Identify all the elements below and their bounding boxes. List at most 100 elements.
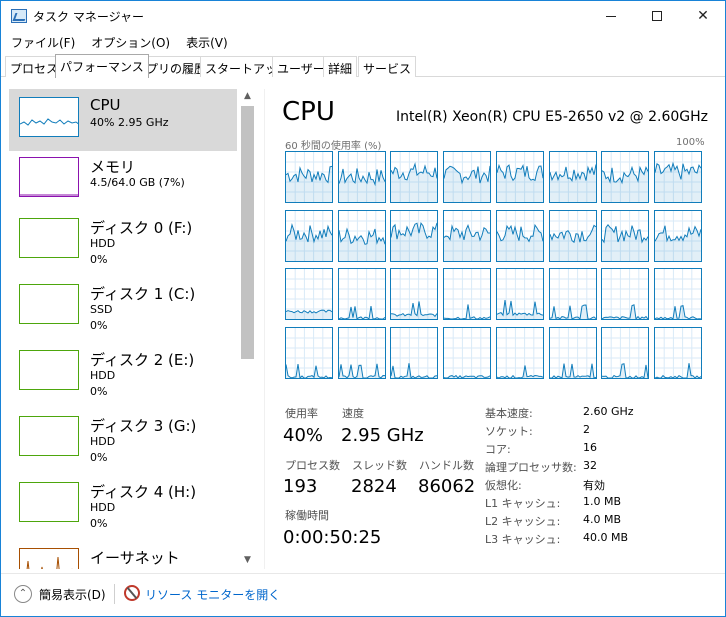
- speed-label: 速度: [342, 407, 364, 420]
- logical-processor-graph: [549, 268, 597, 320]
- maximize-icon: [652, 11, 662, 21]
- logical-processor-graph: [654, 327, 702, 379]
- title-bar: タスク マネージャー ✕: [1, 1, 725, 31]
- utilization-value: 40%: [283, 425, 324, 446]
- base-speed-value: 2.60 GHz: [583, 405, 634, 418]
- core-usage-line: [655, 363, 701, 378]
- logical-processor-graph: [601, 327, 649, 379]
- sidebar-item-disk-1[interactable]: ディスク 1 (C:) SSD 0%: [9, 276, 237, 338]
- l3-cache-value: 40.0 MB: [583, 531, 629, 544]
- fewer-details-button[interactable]: 簡易表示(D): [39, 586, 106, 603]
- core-usage-area: [655, 363, 701, 378]
- tab-performance[interactable]: パフォーマンス: [55, 54, 149, 78]
- task-manager-window: タスク マネージャー ✕ ファイル(F) オプション(O) 表示(V) プロセス…: [0, 0, 726, 617]
- sidebar-scrollbar[interactable]: ▲ ▼: [240, 89, 255, 569]
- logical-processor-graph: [338, 268, 386, 320]
- logical-processor-graph: [496, 151, 544, 203]
- handles-value: 86062: [418, 476, 476, 497]
- panel-divider: [264, 89, 265, 569]
- speed-value: 2.95 GHz: [341, 425, 424, 446]
- uptime-value: 0:00:50:25: [283, 527, 382, 548]
- l2-cache-label: L2 キャッシュ:: [485, 515, 561, 528]
- scrollbar-thumb[interactable]: [241, 106, 254, 359]
- disk-thumbnail-graph: [19, 350, 79, 390]
- sidebar-item-subtitle: HDD: [90, 501, 116, 514]
- core-usage-area: [497, 165, 543, 202]
- sidebar-item-title: ディスク 2 (E:): [90, 351, 195, 369]
- logical-processor-graph: [390, 327, 438, 379]
- logical-processor-graph: [549, 327, 597, 379]
- logical-processor-graph: [654, 151, 702, 203]
- sidebar-item-subtitle: SSD: [90, 303, 113, 316]
- scroll-down-icon[interactable]: ▼: [242, 555, 253, 566]
- page-title: CPU: [282, 97, 335, 127]
- core-usage-line: [550, 304, 596, 319]
- logical-processor-graph: [338, 327, 386, 379]
- core-usage-area: [391, 222, 437, 261]
- menu-view[interactable]: 表示(V): [176, 32, 228, 52]
- logical-processor-graph: [496, 268, 544, 320]
- sidebar-item-disk-4[interactable]: ディスク 4 (H:) HDD 0%: [9, 474, 237, 536]
- sidebar-item-usage: 0%: [90, 517, 108, 530]
- tab-services[interactable]: サービス: [358, 56, 417, 77]
- resource-monitor-icon[interactable]: [124, 585, 140, 601]
- core-usage-area: [339, 306, 385, 319]
- minimize-icon: [606, 15, 616, 17]
- scroll-up-icon[interactable]: ▲: [242, 91, 253, 102]
- minimize-button[interactable]: [588, 1, 634, 31]
- open-resource-monitor-link[interactable]: リソース モニターを開く: [145, 586, 280, 603]
- logical-processor-graph: [390, 151, 438, 203]
- sidebar-item-subtitle: HDD: [90, 435, 116, 448]
- sidebar-item-subtitle: 40% 2.95 GHz: [90, 116, 169, 129]
- logical-processor-graph: [285, 210, 333, 262]
- logical-processor-graph: [601, 151, 649, 203]
- core-usage-line: [391, 363, 437, 378]
- sidebar-item-disk-0[interactable]: ディスク 0 (F:) HDD 0%: [9, 210, 237, 272]
- virtualization-value: 有効: [583, 479, 605, 492]
- chevron-up-icon[interactable]: ⌃: [14, 585, 32, 603]
- sidebar-item-cpu[interactable]: CPU 40% 2.95 GHz: [9, 89, 237, 151]
- sidebar-item-ethernet[interactable]: イーサネット: [9, 540, 237, 569]
- close-button[interactable]: ✕: [680, 1, 726, 31]
- core-usage-line: [655, 304, 701, 319]
- logical-processor-graph: [549, 210, 597, 262]
- handles-label: ハンドル数: [419, 459, 474, 472]
- logical-processor-graph: [338, 151, 386, 203]
- cpu-model-name: Intel(R) Xeon(R) CPU E5-2650 v2 @ 2.60GH…: [396, 109, 708, 125]
- memory-thumbnail-graph: [19, 157, 79, 197]
- tab-users[interactable]: ユーザー: [272, 56, 330, 77]
- logical-processor-graph: [285, 151, 333, 203]
- logical-processor-graph: [654, 210, 702, 262]
- logical-processor-graph: [390, 268, 438, 320]
- sidebar-item-subtitle: HDD: [90, 237, 116, 250]
- sidebar-item-memory[interactable]: メモリ 4.5/64.0 GB (7%): [9, 149, 237, 211]
- maximize-button[interactable]: [634, 1, 680, 31]
- l1-cache-value: 1.0 MB: [583, 495, 622, 508]
- sidebar-item-title: CPU: [90, 96, 121, 114]
- menu-options[interactable]: オプション(O): [81, 32, 170, 52]
- l1-cache-label: L1 キャッシュ:: [485, 497, 561, 510]
- logical-processors-value: 32: [583, 459, 597, 472]
- logical-processor-graph: [390, 210, 438, 262]
- sidebar-item-disk-2[interactable]: ディスク 2 (E:) HDD 0%: [9, 342, 237, 404]
- virtualization-label: 仮想化:: [485, 479, 522, 492]
- menu-file[interactable]: ファイル(F): [1, 32, 75, 52]
- logical-processor-graph: [443, 327, 491, 379]
- uptime-label: 稼働時間: [285, 509, 329, 522]
- sidebar-item-subtitle: HDD: [90, 369, 116, 382]
- logical-processor-graph: [549, 151, 597, 203]
- core-usage-area: [550, 305, 596, 319]
- sidebar-item-title: ディスク 4 (H:): [90, 483, 197, 501]
- tab-details[interactable]: 詳細: [323, 56, 358, 77]
- footer-separator: [114, 584, 115, 604]
- core-usage-area: [391, 164, 437, 202]
- sockets-label: ソケット:: [485, 425, 533, 438]
- sidebar-item-usage: 0%: [90, 385, 108, 398]
- logical-processor-graph: [443, 151, 491, 203]
- core-usage-line: [339, 306, 385, 319]
- logical-processor-graph: [496, 210, 544, 262]
- sidebar-item-subtitle: 4.5/64.0 GB (7%): [90, 176, 185, 189]
- sidebar-item-disk-3[interactable]: ディスク 3 (G:) HDD 0%: [9, 408, 237, 470]
- task-manager-app-icon: [11, 9, 27, 23]
- processes-value: 193: [283, 476, 318, 497]
